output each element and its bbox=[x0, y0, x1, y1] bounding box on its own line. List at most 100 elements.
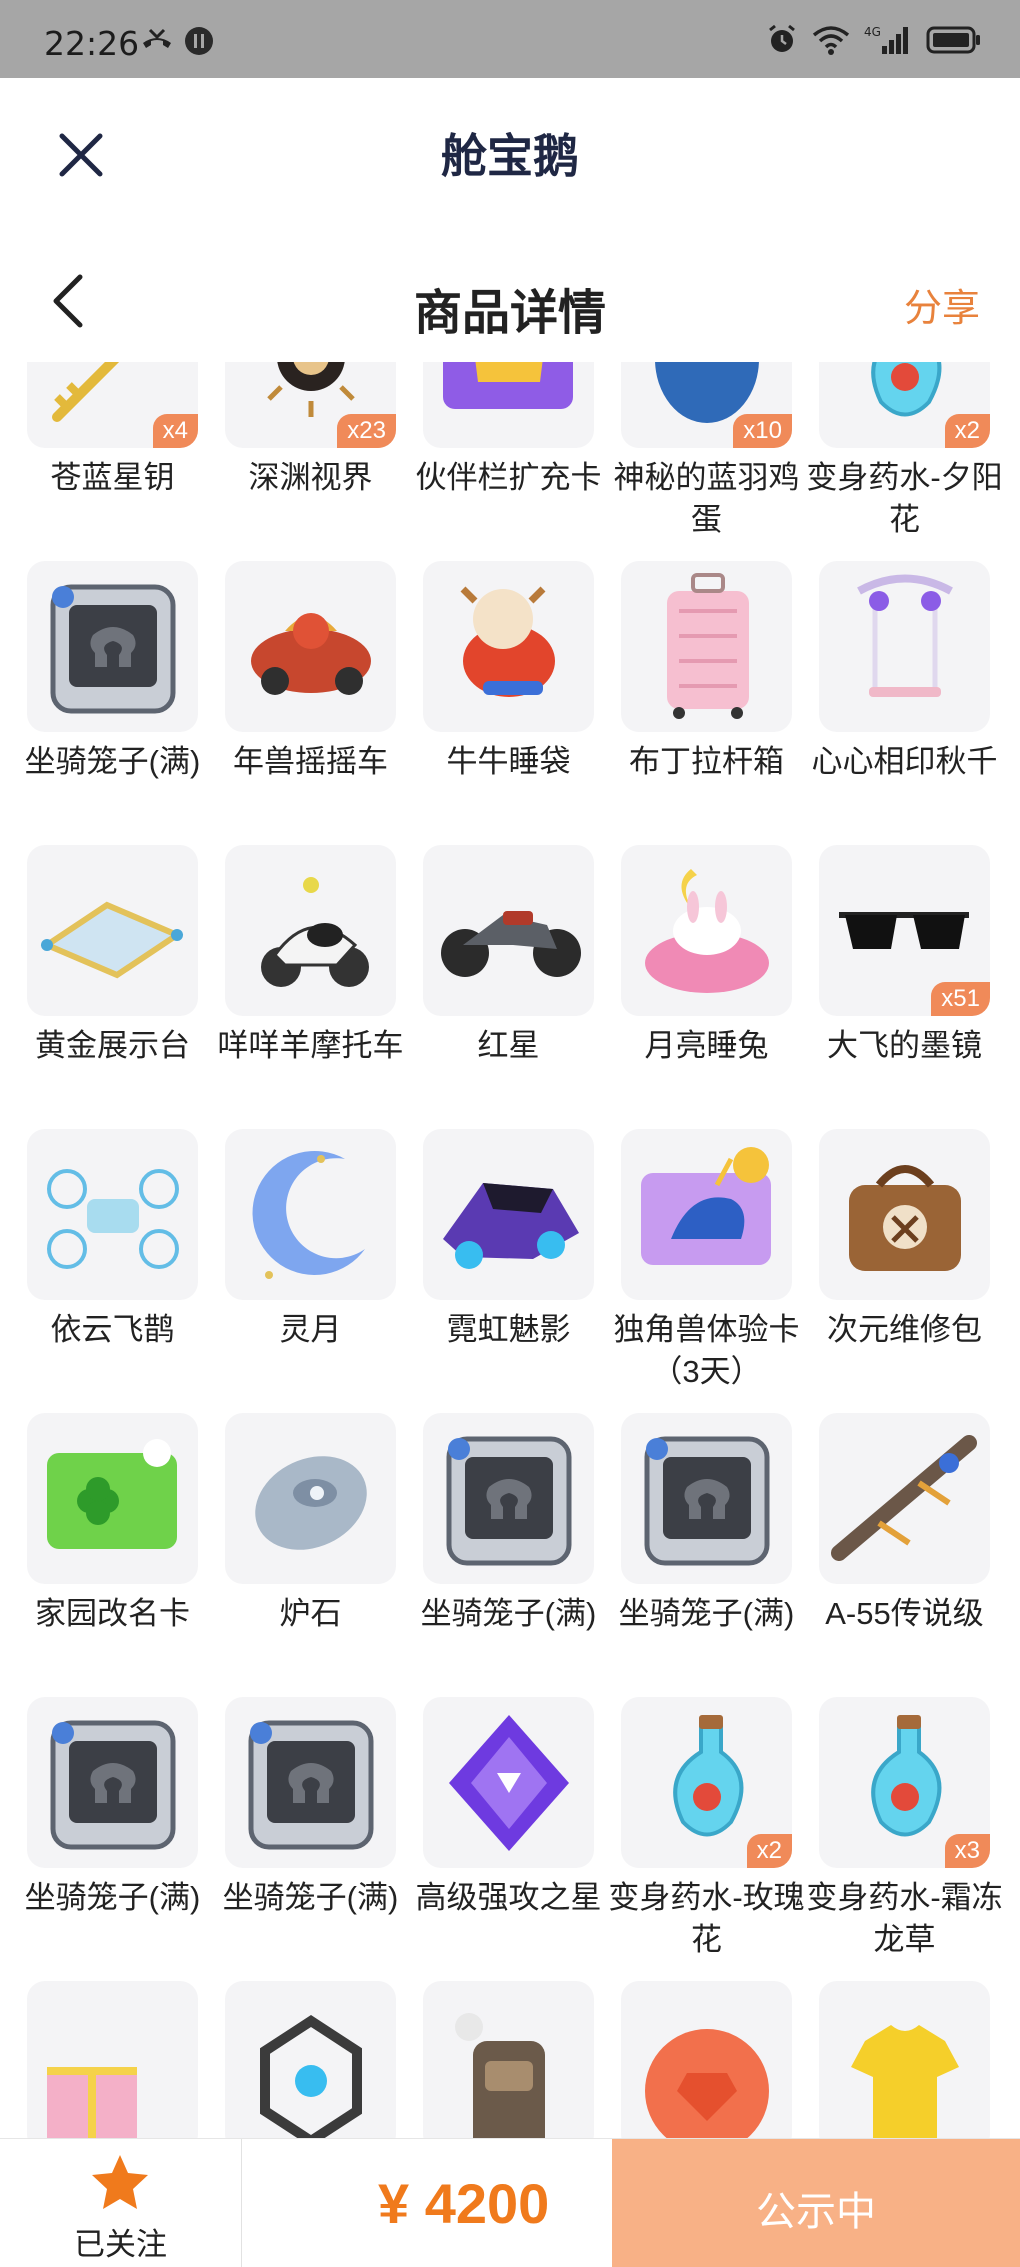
item-thumbnail: x2 bbox=[621, 1697, 792, 1868]
beast-cart-icon bbox=[251, 613, 371, 695]
quantity-badge: x2 bbox=[944, 414, 990, 448]
item-thumbnail bbox=[819, 1129, 990, 1300]
item-name: 月亮睡兔 bbox=[644, 1028, 769, 1063]
cage-icon bbox=[50, 1720, 176, 1850]
status-time: 22:26 bbox=[44, 24, 140, 63]
rifle-icon bbox=[831, 1435, 977, 1561]
crescent-moon-icon bbox=[252, 1150, 365, 1279]
item-name: 坐骑笼子(满) bbox=[222, 1880, 399, 1915]
item-thumbnail bbox=[819, 561, 990, 732]
suitcase-icon bbox=[667, 573, 749, 719]
yellow-shirt-icon bbox=[851, 2025, 959, 2138]
crown-card-icon bbox=[443, 362, 573, 409]
item-name: 独角兽体验卡（3天） bbox=[613, 1312, 800, 1389]
item-name: 布丁拉杆箱 bbox=[629, 744, 784, 779]
item-thumbnail: x10 bbox=[621, 362, 792, 448]
item-thumbnail bbox=[27, 1981, 198, 2138]
network-label: 4G bbox=[864, 25, 881, 39]
cage-icon bbox=[248, 1720, 374, 1850]
item-name: 坐骑笼子(满) bbox=[24, 1880, 201, 1915]
app-title: 舱宝鹅 bbox=[441, 130, 579, 182]
item-thumbnail: x23 bbox=[225, 362, 396, 448]
item-name: 坐骑笼子(满) bbox=[24, 744, 201, 779]
nav-bar: 商品详情 分享 bbox=[0, 245, 1020, 355]
missed-call-icon bbox=[143, 28, 171, 48]
motorcycle-icon bbox=[441, 911, 581, 977]
item-name: 家园改名卡 bbox=[35, 1596, 190, 1631]
price-label: ¥ 4200 bbox=[378, 2172, 550, 2235]
item-thumbnail bbox=[423, 1697, 594, 1868]
publish-status-label: 公示中 bbox=[756, 2190, 876, 2234]
hearthstone-icon bbox=[255, 1456, 367, 1550]
cage-icon bbox=[644, 1436, 770, 1566]
clover-card-icon bbox=[47, 1439, 177, 1549]
item-thumbnail bbox=[27, 845, 198, 1016]
quantity-badge: x2 bbox=[746, 1834, 792, 1868]
battery-icon bbox=[926, 26, 980, 54]
item-thumbnail bbox=[225, 1981, 396, 2138]
cage-icon bbox=[50, 584, 176, 714]
item-thumbnail bbox=[423, 362, 594, 448]
backpack-icon bbox=[455, 2013, 545, 2138]
item-name: 心心相印秋千 bbox=[811, 744, 998, 779]
item-name: A-55传说级 bbox=[825, 1596, 984, 1631]
item-thumbnail bbox=[423, 1413, 594, 1584]
item-name: 变身药水-玫瑰花 bbox=[608, 1880, 805, 1957]
item-thumbnail bbox=[225, 1413, 396, 1584]
item-name: 高级强攻之星 bbox=[415, 1880, 602, 1915]
neon-car-icon bbox=[443, 1183, 579, 1269]
drone-icon bbox=[47, 1169, 179, 1269]
follow-button[interactable]: 已关注 bbox=[0, 2139, 242, 2267]
item-thumbnail bbox=[423, 1129, 594, 1300]
app-header: 舱宝鹅 bbox=[0, 78, 1020, 208]
item-name: 依云飞鹊 bbox=[50, 1312, 175, 1347]
item-thumbnail bbox=[423, 1981, 594, 2138]
item-thumbnail bbox=[819, 1981, 990, 2138]
star-icon bbox=[92, 2155, 148, 2209]
publish-status-button[interactable]: 公示中 bbox=[612, 2139, 1020, 2267]
item-name: 红星 bbox=[477, 1028, 540, 1063]
item-thumbnail bbox=[423, 561, 594, 732]
quantity-badge: x3 bbox=[944, 1834, 990, 1868]
item-name: 伙伴栏扩充卡 bbox=[415, 460, 602, 495]
item-name: 年兽摇摇车 bbox=[233, 744, 388, 779]
item-thumbnail bbox=[225, 1129, 396, 1300]
item-thumbnail bbox=[621, 1129, 792, 1300]
share-button[interactable]: 分享 bbox=[904, 277, 980, 332]
item-thumbnail bbox=[225, 1697, 396, 1868]
quantity-badge: x10 bbox=[733, 414, 792, 448]
item-grid-viewport[interactable]: x4 苍蓝星钥 x23 深渊视界 伙伴栏扩充卡 x10 神秘的蓝羽鸡蛋 x2 变身药水-夕阳花坐… bbox=[0, 362, 1020, 2138]
cage-icon bbox=[446, 1436, 572, 1566]
item-thumbnail: x4 bbox=[27, 362, 198, 448]
repair-bag-icon bbox=[849, 1165, 961, 1271]
follow-label: 已关注 bbox=[74, 2227, 167, 2262]
item-name: 炉石 bbox=[279, 1596, 342, 1631]
item-thumbnail bbox=[621, 1413, 792, 1584]
item-name: 坐骑笼子(满) bbox=[618, 1596, 795, 1631]
sheep-motorbike-icon bbox=[261, 877, 369, 987]
item-name: 变身药水-夕阳花 bbox=[806, 460, 1003, 537]
item-thumbnail bbox=[27, 561, 198, 732]
wifi-icon bbox=[812, 26, 850, 55]
pause-icon bbox=[185, 27, 213, 55]
page-title: 商品详情 bbox=[413, 287, 606, 340]
item-thumbnail bbox=[621, 561, 792, 732]
quantity-badge: x23 bbox=[337, 414, 396, 448]
swing-icon bbox=[857, 574, 953, 697]
item-name: 变身药水-霜冻龙草 bbox=[806, 1880, 1003, 1957]
item-thumbnail bbox=[423, 845, 594, 1016]
item-name: 黄金展示台 bbox=[35, 1028, 190, 1063]
alarm-icon bbox=[769, 24, 795, 52]
purple-gem-icon bbox=[449, 1715, 569, 1851]
orange-coin-icon bbox=[645, 2029, 769, 2138]
item-thumbnail bbox=[225, 845, 396, 1016]
item-name: 灵月 bbox=[279, 1312, 342, 1347]
quantity-badge: x51 bbox=[931, 982, 990, 1016]
item-name: 牛牛睡袋 bbox=[446, 744, 571, 779]
cow-sleeping-bag-icon bbox=[460, 586, 555, 697]
item-name: 坐骑笼子(满) bbox=[420, 1596, 597, 1631]
item-name: 咩咩羊摩托车 bbox=[217, 1028, 404, 1063]
item-thumbnail bbox=[225, 561, 396, 732]
moon-rabbit-icon bbox=[645, 869, 769, 993]
display-stand-icon bbox=[40, 901, 184, 979]
